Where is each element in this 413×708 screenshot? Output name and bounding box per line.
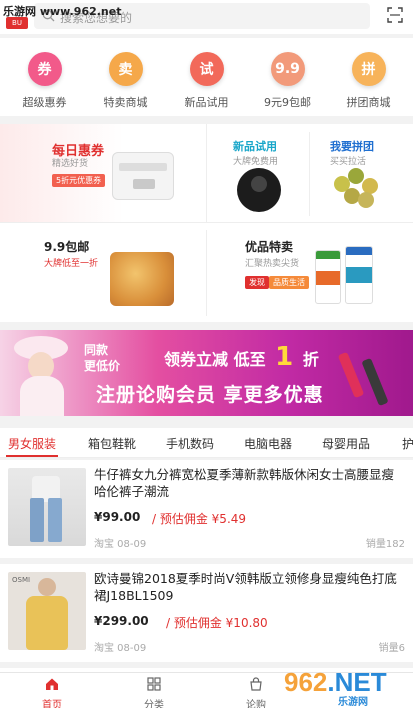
product-card[interactable]: 牛仔裤女九分裤宽松夏季薄新款韩版休闲女士高腰显瘦哈伦裤子潮流 ¥99.00 / … — [0, 460, 413, 564]
home-icon — [46, 678, 58, 690]
promo-trial-sub: 大牌免费用 — [233, 157, 279, 167]
tab-1[interactable]: 箱包鞋靴 — [88, 435, 136, 452]
snacks-image — [110, 252, 174, 306]
promo-special-sale[interactable]: 优品特卖 汇聚热卖尖货 发现 品质生活 — [207, 230, 413, 316]
promo-special-sub: 汇聚热卖尖货 — [245, 259, 300, 269]
product-title: 牛仔裤女九分裤宽松夏季薄新款韩版休闲女士高腰显瘦哈伦裤子潮流 — [94, 467, 395, 499]
product-image-jeans — [8, 468, 86, 546]
nav-category[interactable]: 分类 — [124, 675, 184, 708]
watermark-logo: 962.NET 乐游网 — [284, 667, 387, 708]
category-label: 新品试用 — [184, 96, 229, 109]
nine-nine-icon: 9.9 — [270, 52, 305, 86]
product-price: ¥99.00 — [94, 510, 141, 524]
active-tab-underline — [6, 455, 58, 457]
top-bar: BU 搜索您想要的 乐游网 www.962.net — [0, 0, 413, 34]
tab-2[interactable]: 手机数码 — [166, 435, 214, 452]
banner-register-text: 注册论购会员 享更多优惠 — [96, 384, 324, 406]
category-grid-icon — [147, 677, 161, 691]
product-title: 欧诗曼锦2018夏季时尚V领韩版立领修身显瘦纯色打底裙J18BL1509 — [94, 571, 397, 603]
promo-banner[interactable]: 同款 更低价 领券立减 低至 1 折 注册论购会员 享更多优惠 — [0, 330, 413, 416]
promo-special-tag1: 发现 — [245, 276, 269, 289]
watermark: 乐游网 www.962.net — [3, 5, 122, 18]
category-label: 超级惠券 — [22, 96, 67, 109]
shopping-bag-icon: 卖 — [108, 52, 143, 86]
nav-home[interactable]: 首页 — [22, 675, 82, 708]
model-figure — [8, 336, 72, 416]
tab-0[interactable]: 男女服装 — [8, 435, 56, 452]
bottom-nav: 首页 分类 论购 962.NET 乐游网 — [0, 667, 413, 708]
promo-special-title: 优品特卖 — [245, 240, 294, 254]
product-commission: / 预估佣金 ¥5.49 — [152, 512, 247, 526]
fruit-image — [332, 166, 382, 210]
bag-icon — [250, 677, 262, 691]
promo-group-title: 我要拼团 — [330, 140, 374, 153]
promo-nine-title: 9.9包邮 — [44, 240, 90, 254]
category-label: 特卖商城 — [103, 96, 148, 109]
banner-coupon-text: 领券立减 低至 1 折 — [164, 342, 319, 372]
robot-vacuum-image — [237, 168, 281, 212]
promo-grid: 每日惠券 精选好货 5折元优惠券 新品试用 大牌免费用 我要拼团 买买拉活 9.… — [0, 124, 413, 322]
product-store-date: 淘宝 08-09 — [94, 643, 147, 654]
product-price: ¥299.00 — [94, 614, 149, 628]
category-label: 拼团商城 — [346, 96, 391, 109]
category-tabs: 男女服装 箱包鞋靴 手机数码 电脑电器 母婴用品 护 — [0, 428, 413, 458]
category-group-buy[interactable]: 拼拼团商城 — [333, 38, 405, 116]
promo-nine-sub: 大牌低至一折 — [44, 259, 99, 269]
promo-nine-nine[interactable]: 9.9包邮 大牌低至一折 — [0, 230, 206, 316]
promo-trial-title: 新品试用 — [233, 140, 277, 153]
coupon-icon: 券 — [27, 52, 62, 86]
group-buy-icon: 拼 — [351, 52, 386, 86]
product-list: 牛仔裤女九分裤宽松夏季薄新款韩版休闲女士高腰显瘦哈伦裤子潮流 ¥99.00 / … — [0, 460, 413, 672]
tab-4[interactable]: 母婴用品 — [322, 435, 370, 452]
scan-icon[interactable] — [387, 7, 403, 23]
promo-daily-tag: 5折元优惠券 — [52, 174, 106, 187]
product-sales: 销量182 — [365, 539, 405, 550]
product-card[interactable]: OSMI 欧诗曼锦2018夏季时尚V领韩版立领修身显瘦纯色打底裙J18BL150… — [0, 564, 413, 668]
promo-new-trial[interactable]: 新品试用 大牌免费用 — [207, 124, 309, 222]
promo-daily-coupons[interactable]: 每日惠券 精选好货 5折元优惠券 — [0, 124, 206, 222]
trial-icon: 试 — [189, 52, 224, 86]
category-trial[interactable]: 试新品试用 — [171, 38, 243, 116]
category-nine-nine[interactable]: 9.9 9元9包邮 — [252, 38, 324, 116]
nav-lungou[interactable]: 论购 — [226, 675, 286, 708]
banner-same-style: 同款 更低价 — [84, 343, 121, 373]
product-image-dress: OSMI — [8, 572, 86, 650]
lipstick-image — [337, 351, 365, 399]
promo-group-buy[interactable]: 我要拼团 买买拉活 — [310, 124, 413, 222]
rice-cooker-image — [112, 152, 174, 200]
product-sales: 销量6 — [378, 643, 405, 654]
category-row: 券超级惠券卖特卖商城试新品试用 9.9 9元9包邮拼拼团商城 — [0, 38, 413, 116]
tab-5[interactable]: 护 — [402, 435, 413, 452]
category-label: 9元9包邮 — [264, 96, 311, 109]
category-coupon[interactable]: 券超级惠券 — [9, 38, 81, 116]
lipstick-image-2 — [361, 357, 389, 407]
app-page: BU 搜索您想要的 乐游网 www.962.net 券超级惠券卖特卖商城试新品试… — [0, 0, 413, 708]
promo-special-tag2: 品质生活 — [269, 276, 309, 289]
supplement-bottles-image — [315, 244, 375, 306]
product-commission: / 预估佣金 ¥10.80 — [166, 616, 268, 630]
tab-3[interactable]: 电脑电器 — [244, 435, 292, 452]
product-store-date: 淘宝 08-09 — [94, 539, 147, 550]
category-shopping-bag[interactable]: 卖特卖商城 — [90, 38, 162, 116]
promo-daily-sub: 精选好货 — [52, 159, 89, 169]
